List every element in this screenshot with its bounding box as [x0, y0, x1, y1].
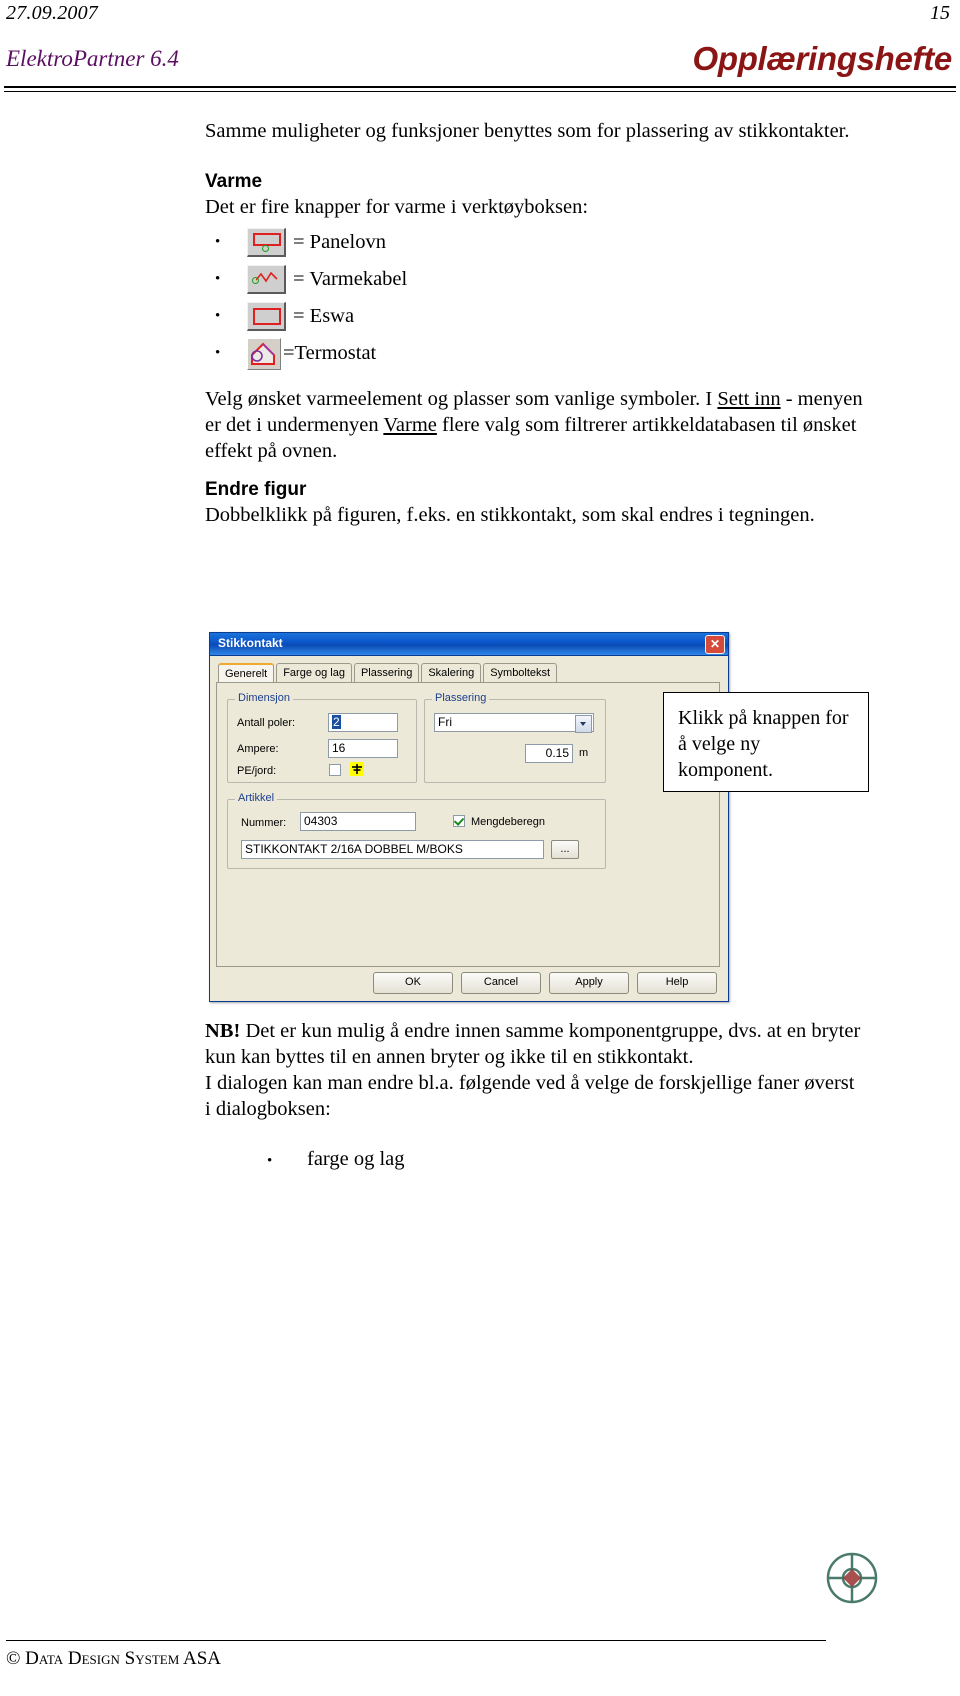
list-bullet: • — [215, 345, 221, 361]
heading-varme: Varme — [205, 171, 263, 192]
group-plassering: Plassering Fri 0.15 m — [424, 692, 606, 783]
label-pe-jord: PE/jord: — [237, 765, 277, 777]
link-varme: Varme — [383, 414, 437, 436]
footer-rule — [6, 1640, 826, 1641]
notes-section: NB! Det er kun mulig å endre innen samme… — [205, 1018, 865, 1172]
list-item: • =Termostat — [205, 335, 865, 372]
list-item-label: farge og lag — [307, 1148, 405, 1170]
plassering-mode-value: Fri — [438, 715, 452, 729]
browse-article-button[interactable]: ... — [551, 840, 579, 859]
intro-paragraph: Samme muligheter og funksjoner benyttes … — [205, 120, 850, 142]
list-item: • farge og lag — [205, 1146, 865, 1172]
eswa-toolbar-icon[interactable] — [247, 302, 286, 331]
group-artikkel: Artikkel Nummer: 04303 Mengdeberegn STIK… — [227, 792, 606, 869]
header-rule-thin — [4, 91, 956, 92]
artikkel-description-input[interactable]: STIKKONTAKT 2/16A DOBBEL M/BOKS — [241, 840, 544, 859]
termostat-toolbar-icon[interactable] — [247, 337, 281, 370]
nb-label: NB! — [205, 1020, 241, 1042]
dialog-title-bar: Stikkontakt ✕ — [210, 633, 728, 656]
label-antall-poler: Antall poler: — [237, 717, 296, 729]
group-label-plassering: Plassering — [432, 692, 490, 704]
list-item: • = Eswa — [205, 298, 865, 335]
tab-farge-og-lag[interactable]: Farge og lag — [276, 663, 352, 683]
endre-figur-paragraph: Dobbelklikk på figuren, f.eks. en stikko… — [205, 504, 815, 526]
header-date: 27.09.2007 — [6, 2, 98, 24]
close-icon[interactable]: ✕ — [705, 635, 725, 654]
icon-label: = Varmekabel — [293, 268, 408, 290]
help-button[interactable]: Help — [637, 972, 717, 994]
cancel-button[interactable]: Cancel — [461, 972, 541, 994]
label-mengdeberegn: Mengdeberegn — [471, 816, 546, 828]
nb-paragraph: NB! Det er kun mulig å endre innen samme… — [205, 1018, 865, 1070]
dialog-tabs: Generelt Farge og lag Plassering Skaleri… — [218, 663, 558, 683]
dialog-title: Stikkontakt — [218, 636, 283, 650]
apply-button[interactable]: Apply — [549, 972, 629, 994]
plassering-mode-select[interactable]: Fri — [434, 713, 594, 733]
header-title: Opplæringshefte — [692, 40, 952, 77]
icon-label: = Eswa — [293, 305, 355, 327]
varme-description-paragraph: Velg ønsket varmeelement og plasser som … — [205, 386, 865, 464]
artikkel-nummer-input[interactable]: 04303 — [300, 812, 416, 831]
stikkontakt-dialog: Stikkontakt ✕ Generelt Farge og lag Plas… — [209, 632, 729, 1002]
document-page: 27.09.2007 15 ElektroPartner 6.4 Opplæri… — [0, 0, 960, 1696]
varme-icon-list: • = Panelovn • = Varmekabel • = Eswa • =… — [205, 224, 865, 372]
list-bullet: • — [267, 1153, 273, 1169]
dds-logo-icon — [826, 1552, 878, 1604]
main-content: Samme muligheter og funksjoner benyttes … — [205, 118, 865, 528]
plassering-height-input[interactable]: 0.15 — [525, 744, 573, 763]
group-label-artikkel: Artikkel — [235, 792, 278, 804]
icon-label: =Termostat — [283, 342, 377, 364]
page-header: 27.09.2007 15 — [0, 0, 960, 34]
list-bullet: • — [215, 271, 221, 287]
callout-box: Klikk på knappen for å velge ny komponen… — [663, 692, 869, 792]
nb-text: Det er kun mulig å endre innen samme kom… — [205, 1020, 861, 1068]
header-brand: ElektroPartner 6.4 — [6, 46, 179, 71]
label-ampere: Ampere: — [237, 743, 279, 755]
link-sett-inn: Sett inn — [717, 388, 781, 410]
list-bullet: • — [215, 308, 221, 324]
list-item: • = Varmekabel — [205, 261, 865, 298]
tab-skalering[interactable]: Skalering — [421, 663, 482, 683]
ampere-input[interactable]: 16 — [328, 739, 398, 758]
header-page-number: 15 — [930, 2, 950, 24]
group-label-dimensjon: Dimensjon — [235, 692, 293, 704]
antall-poler-input[interactable]: 2 — [328, 713, 398, 732]
varme-desc-part-a: Velg ønsket varmeelement og plasser som … — [205, 388, 718, 410]
plassering-height-unit: m — [579, 747, 589, 759]
tab-symboltekst[interactable]: Symboltekst — [483, 663, 558, 683]
panelovn-toolbar-icon[interactable] — [247, 228, 286, 257]
header-branding: ElektroPartner 6.4 Opplæringshefte — [0, 40, 960, 80]
antall-poler-value: 2 — [332, 715, 341, 729]
varmekabel-toolbar-icon[interactable] — [247, 265, 286, 294]
dialog-note-paragraph: I dialogen kan man endre bl.a. følgende … — [205, 1072, 855, 1120]
dialog-body: Generelt Farge og lag Plassering Skaleri… — [210, 656, 728, 1001]
varme-lead-paragraph: Det er fire knapper for varme i verktøyb… — [205, 196, 589, 218]
dialog-button-row: OK Cancel Apply Help — [210, 972, 728, 998]
label-nummer: Nummer: — [241, 817, 287, 829]
icon-label: = Panelovn — [293, 231, 386, 253]
earth-ground-icon — [350, 762, 364, 776]
footer-copyright: © Data Design System ASA — [6, 1648, 221, 1669]
tab-plassering[interactable]: Plassering — [353, 663, 420, 683]
group-dimensjon: Dimensjon Antall poler: 2 Ampere: 16 PE/… — [227, 692, 417, 783]
callout-text: Klikk på knappen for å velge ny komponen… — [678, 707, 849, 781]
ok-button[interactable]: OK — [373, 972, 453, 994]
mengdeberegn-checkbox[interactable] — [453, 815, 465, 827]
list-item: • = Panelovn — [205, 224, 865, 261]
header-rule-thick — [4, 86, 956, 88]
tab-panel-generelt: Dimensjon Antall poler: 2 Ampere: 16 PE/… — [216, 682, 720, 967]
heading-endre-figur: Endre figur — [205, 479, 307, 500]
faner-list: • farge og lag — [205, 1146, 865, 1172]
pe-jord-checkbox[interactable] — [329, 764, 341, 776]
list-bullet: • — [215, 234, 221, 250]
tab-generelt[interactable]: Generelt — [218, 663, 275, 683]
chevron-down-icon[interactable] — [575, 715, 592, 733]
